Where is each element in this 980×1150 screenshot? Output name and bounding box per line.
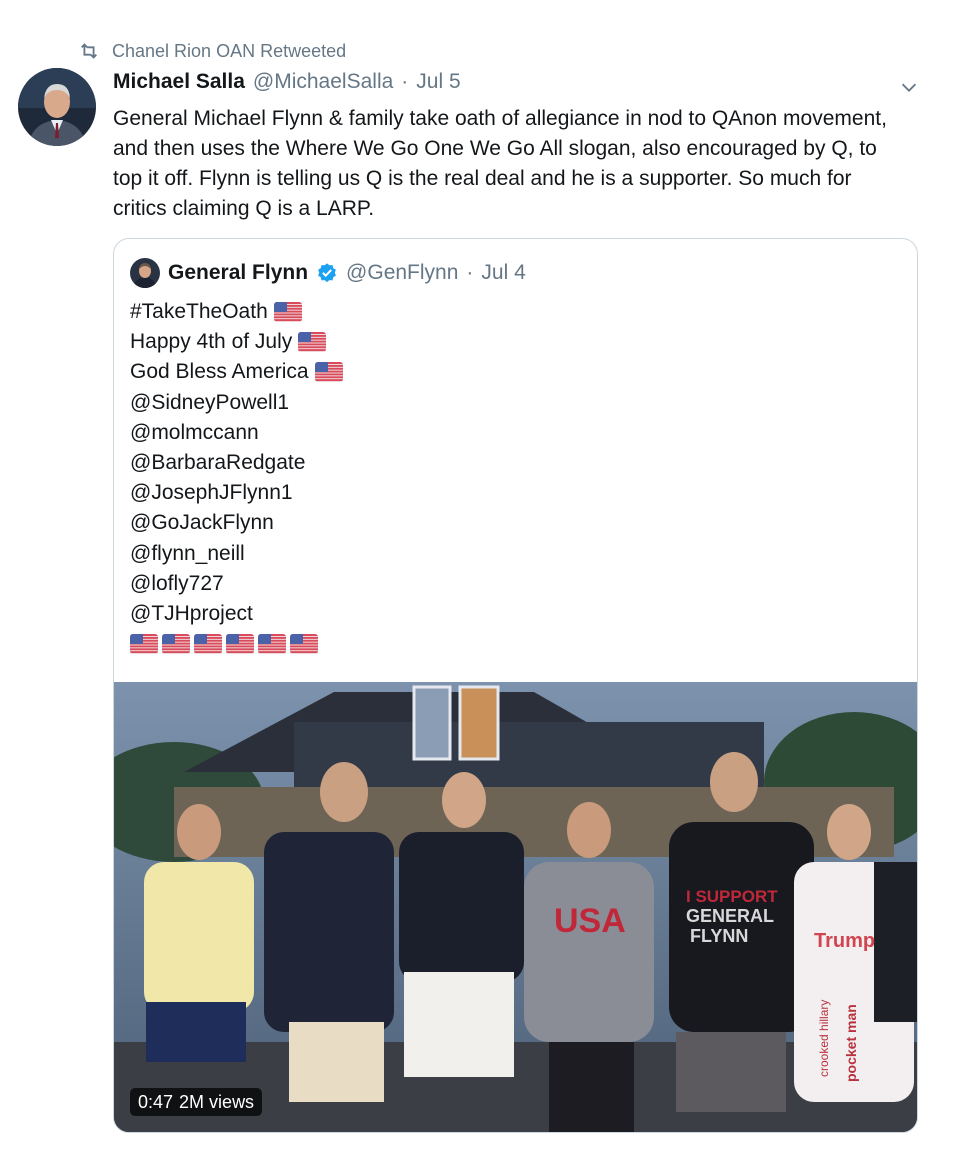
quoted-line[interactable]: @TJHproject bbox=[130, 599, 343, 629]
tweet-header: Michael Salla @MichaelSalla · Jul 5 bbox=[113, 70, 461, 100]
retweet-context[interactable]: Chanel Rion OAN Retweeted bbox=[78, 38, 346, 64]
tweet-text: General Michael Flynn & family take oath… bbox=[113, 107, 887, 220]
quoted-line[interactable]: @JosephJFlynn1 bbox=[130, 478, 343, 508]
header-separator: · bbox=[401, 70, 409, 93]
quoted-tweet-header: General Flynn @GenFlynn · Jul 4 bbox=[130, 257, 526, 289]
verified-badge-icon bbox=[318, 263, 336, 283]
tweet-date[interactable]: Jul 5 bbox=[416, 70, 460, 94]
flag-emoji-row bbox=[130, 629, 343, 659]
shirt-text-general: GENERAL bbox=[686, 906, 774, 926]
shirt-text-support: I SUPPORT bbox=[686, 887, 778, 906]
quoted-line-text[interactable]: @BarbaraRedgate bbox=[130, 448, 305, 478]
quoted-line[interactable]: @flynn_neill bbox=[130, 539, 343, 569]
quoted-line-text[interactable]: @SidneyPowell1 bbox=[130, 388, 289, 418]
us-flag-icon bbox=[226, 634, 254, 655]
quoted-line-text[interactable]: #TakeTheOath bbox=[130, 297, 268, 327]
quoted-line-text[interactable]: @GoJackFlynn bbox=[130, 508, 274, 538]
quoted-line[interactable]: @molmccann bbox=[130, 418, 343, 448]
video-views: 2M views bbox=[179, 1091, 255, 1112]
author-name[interactable]: Michael Salla bbox=[113, 70, 245, 94]
shirt-text-trump: Trump bbox=[814, 930, 875, 952]
quoted-line-text[interactable]: @lofly727 bbox=[130, 569, 224, 599]
quoted-line[interactable]: @GoJackFlynn bbox=[130, 508, 343, 538]
us-flag-icon bbox=[194, 634, 222, 655]
quoted-author-name[interactable]: General Flynn bbox=[168, 261, 308, 285]
us-flag-icon bbox=[290, 634, 318, 655]
author-handle[interactable]: @MichaelSalla bbox=[253, 70, 393, 94]
quoted-line: God Bless America bbox=[130, 357, 343, 387]
shirt-text-usa: USA bbox=[554, 902, 626, 940]
chevron-down-icon[interactable] bbox=[898, 76, 920, 98]
video-player[interactable]: USA I SUPPORT GENERAL FLYNN Trump crooke… bbox=[114, 682, 918, 1133]
quoted-line[interactable]: @BarbaraRedgate bbox=[130, 448, 343, 478]
quoted-line-text: God Bless America bbox=[130, 360, 309, 384]
us-flag-icon bbox=[162, 634, 190, 655]
quoted-separator: · bbox=[466, 261, 474, 284]
quoted-line: Happy 4th of July bbox=[130, 327, 343, 357]
us-flag-icon bbox=[314, 362, 343, 383]
quoted-tweet-date[interactable]: Jul 4 bbox=[481, 261, 525, 285]
quoted-line-text[interactable]: @TJHproject bbox=[130, 599, 253, 629]
quoted-line[interactable]: #TakeTheOath bbox=[130, 297, 343, 327]
video-duration: 0:47 bbox=[138, 1091, 174, 1112]
quoted-author-avatar[interactable] bbox=[130, 258, 160, 288]
shirt-text-crooked: crooked hillary bbox=[817, 1000, 831, 1077]
quoted-line[interactable]: @lofly727 bbox=[130, 569, 343, 599]
quoted-line-text[interactable]: @flynn_neill bbox=[130, 539, 245, 569]
quoted-tweet-card[interactable]: General Flynn @GenFlynn · Jul 4 #TakeThe… bbox=[113, 238, 918, 1133]
author-avatar[interactable] bbox=[18, 68, 96, 146]
quoted-line-text[interactable]: @JosephJFlynn1 bbox=[130, 478, 293, 508]
shirt-text-flynn: FLYNN bbox=[690, 926, 748, 946]
quoted-author-handle[interactable]: @GenFlynn bbox=[346, 261, 458, 285]
shirt-text-pocket: pocket man bbox=[843, 1004, 859, 1082]
us-flag-icon bbox=[273, 302, 302, 323]
us-flag-icon bbox=[258, 634, 286, 655]
video-stats-badge: 0:47 2M views bbox=[130, 1088, 263, 1116]
video-thumbnail[interactable]: USA I SUPPORT GENERAL FLYNN Trump crooke… bbox=[114, 682, 918, 1133]
retweet-icon bbox=[81, 43, 97, 59]
quoted-line-text: Happy 4th of July bbox=[130, 330, 293, 354]
retweet-label[interactable]: Chanel Rion OAN Retweeted bbox=[112, 41, 346, 62]
us-flag-icon bbox=[130, 634, 158, 655]
quoted-tweet-text: #TakeTheOath Happy 4th of July God Bless A… bbox=[130, 297, 343, 659]
us-flag-icon bbox=[298, 332, 327, 353]
quoted-line-text[interactable]: @molmccann bbox=[130, 418, 259, 448]
quoted-line[interactable]: @SidneyPowell1 bbox=[130, 388, 343, 418]
